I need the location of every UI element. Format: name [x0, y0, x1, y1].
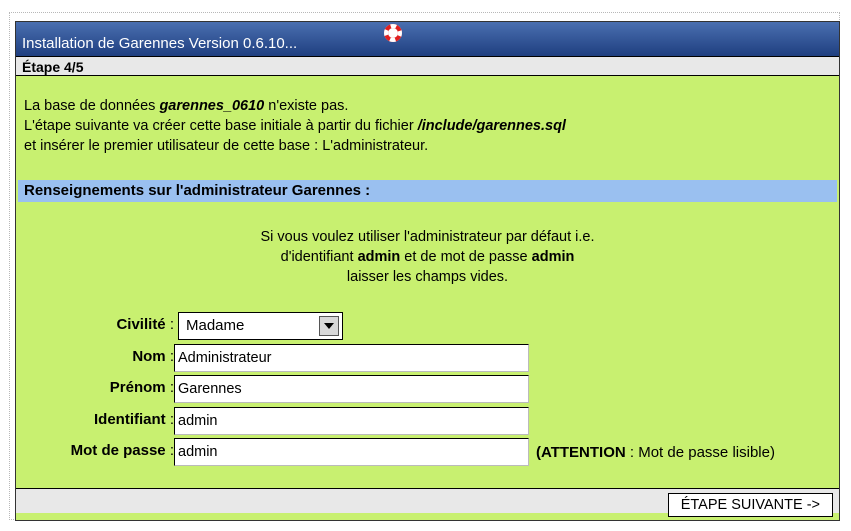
civilite-select[interactable]: Madame — [178, 312, 343, 340]
intro-text: La base de données garennes_0610 n'exist… — [24, 96, 566, 156]
identifiant-row: Identifiant : — [16, 411, 174, 439]
help-text: Si vous voulez utiliser l'administrateur… — [260, 229, 595, 285]
civilite-value: Madame — [186, 317, 245, 334]
civilite-row: Civilité : — [16, 316, 174, 344]
password-field[interactable] — [174, 438, 529, 466]
step-indicator: Étape 4/5 — [16, 56, 839, 76]
sql-file-path: /include/garennes.sql — [417, 118, 566, 134]
nom-field[interactable] — [174, 344, 529, 372]
prenom-field[interactable] — [174, 375, 529, 403]
bottom-bar: ÉTAPE SUIVANTE -> — [16, 488, 839, 517]
window-title: Installation de Garennes Version 0.6.10.… — [22, 35, 298, 52]
dropdown-arrow-icon[interactable] — [319, 316, 339, 336]
prenom-row: Prénom : — [16, 379, 174, 407]
password-label: Mot de passe : — [70, 442, 174, 459]
prenom-label: Prénom : — [109, 379, 174, 396]
password-warning: (ATTENTION : Mot de passe lisible) — [536, 444, 775, 461]
password-row: Mot de passe : — [16, 442, 174, 470]
database-name: garennes_0610 — [159, 98, 265, 114]
title-bar: Installation de Garennes Version 0.6.10.… — [16, 22, 839, 56]
intro-line-3: et insérer le premier utilisateur de cet… — [24, 138, 429, 154]
intro-line-1: La base de données garennes_0610 n'exist… — [24, 98, 349, 114]
nom-row: Nom : — [16, 348, 174, 376]
identifiant-label: Identifiant : — [93, 411, 174, 428]
lifebuoy-icon[interactable] — [384, 24, 402, 42]
section-header: Renseignements sur l'administrateur Gare… — [18, 180, 837, 202]
identifiant-field[interactable] — [174, 407, 529, 435]
next-step-button[interactable]: ÉTAPE SUIVANTE -> — [667, 493, 833, 517]
intro-line-2: L'étape suivante va créer cette base ini… — [24, 118, 566, 134]
install-panel: Installation de Garennes Version 0.6.10.… — [15, 21, 840, 521]
civilite-label: Civilité : — [116, 316, 174, 333]
nom-label: Nom : — [132, 348, 174, 365]
